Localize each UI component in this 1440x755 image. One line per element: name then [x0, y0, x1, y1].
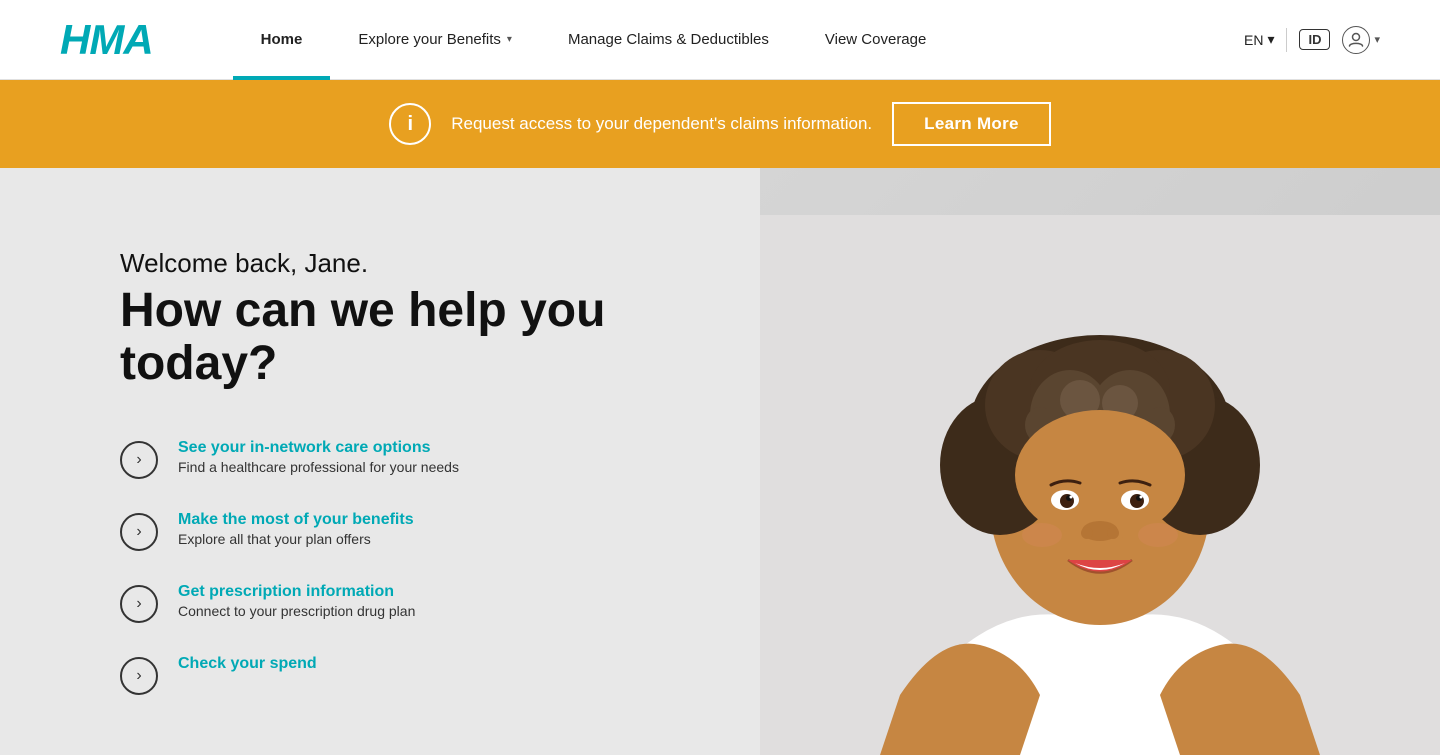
user-avatar-icon: [1342, 26, 1370, 54]
chevron-down-icon: ▾: [1267, 31, 1274, 48]
action-list: › See your in-network care options Find …: [120, 439, 700, 695]
info-banner: i Request access to your dependent's cla…: [0, 80, 1440, 168]
logo[interactable]: HMA: [60, 16, 153, 64]
banner-message: Request access to your dependent's claim…: [451, 114, 872, 134]
main-nav: Home Explore your Benefits ▾ Manage Clai…: [233, 0, 1244, 80]
hero-content: Welcome back, Jane. How can we help you …: [0, 168, 700, 755]
action-desc-prescription: Connect to your prescription drug plan: [178, 603, 415, 619]
nav-item-coverage[interactable]: View Coverage: [797, 0, 954, 80]
header-right: EN ▾ ID ▾: [1244, 26, 1380, 54]
action-desc-benefits: Explore all that your plan offers: [178, 531, 371, 547]
id-badge[interactable]: ID: [1299, 29, 1330, 50]
hero-section: Welcome back, Jane. How can we help you …: [0, 168, 1440, 755]
nav-item-claims[interactable]: Manage Claims & Deductibles: [540, 0, 797, 80]
divider: [1286, 28, 1287, 52]
action-item-care[interactable]: › See your in-network care options Find …: [120, 439, 700, 479]
language-selector[interactable]: EN ▾: [1244, 31, 1274, 48]
nav-item-benefits[interactable]: Explore your Benefits ▾: [330, 0, 540, 80]
arrow-icon: ›: [120, 513, 158, 551]
nav-item-home[interactable]: Home: [233, 0, 331, 80]
header: HMA Home Explore your Benefits ▾ Manage …: [0, 0, 1440, 80]
user-menu[interactable]: ▾: [1342, 26, 1380, 54]
action-title-spend: Check your spend: [178, 655, 317, 673]
action-title-prescription: Get prescription information: [178, 583, 415, 601]
action-item-spend[interactable]: › Check your spend: [120, 655, 700, 695]
page-headline: How can we help you today?: [120, 285, 700, 391]
action-title-care: See your in-network care options: [178, 439, 459, 457]
arrow-icon: ›: [120, 585, 158, 623]
chevron-down-icon: ▾: [507, 34, 512, 45]
action-title-benefits: Make the most of your benefits: [178, 511, 414, 529]
arrow-icon: ›: [120, 657, 158, 695]
learn-more-button[interactable]: Learn More: [892, 102, 1051, 146]
hero-image: [760, 168, 1440, 755]
welcome-message: Welcome back, Jane.: [120, 248, 700, 279]
chevron-down-icon: ▾: [1374, 33, 1380, 46]
info-icon: i: [389, 103, 431, 145]
arrow-icon: ›: [120, 441, 158, 479]
action-desc-care: Find a healthcare professional for your …: [178, 459, 459, 475]
action-item-benefits[interactable]: › Make the most of your benefits Explore…: [120, 511, 700, 551]
action-item-prescription[interactable]: › Get prescription information Connect t…: [120, 583, 700, 623]
